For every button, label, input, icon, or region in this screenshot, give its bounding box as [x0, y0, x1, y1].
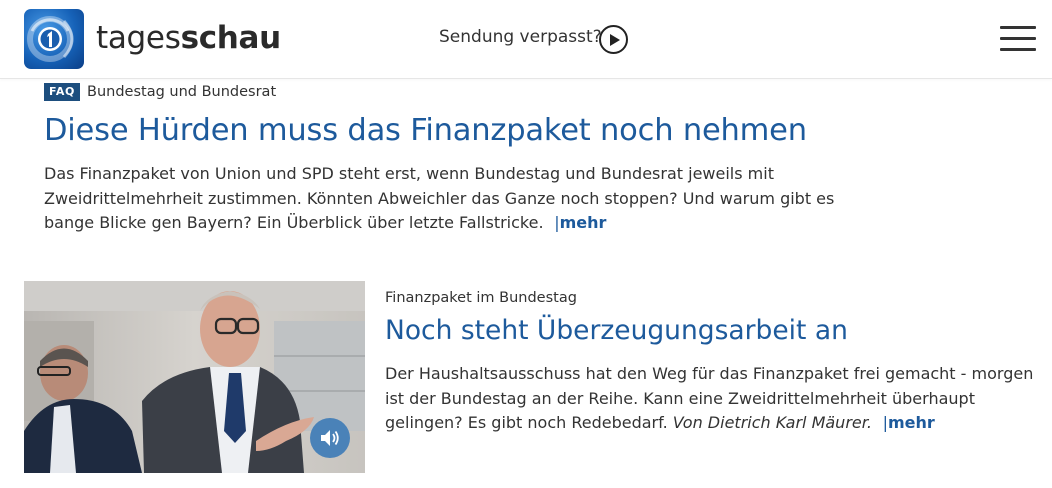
more-label: mehr [559, 213, 607, 232]
play-button[interactable] [599, 25, 628, 54]
teaser1-topline: Bundestag und Bundesrat [87, 84, 277, 100]
brand-wordmark[interactable]: tagesschau [96, 20, 281, 56]
teaser2-topline: Finanzpaket im Bundestag [385, 290, 577, 306]
speaker-icon [321, 430, 339, 446]
faq-badge: FAQ [44, 83, 80, 101]
teaser1-body: Das Finanzpaket von Union und SPD steht … [44, 164, 835, 232]
teaser1-headline[interactable]: Diese Hürden muss das Finanzpaket noch n… [44, 113, 807, 148]
hamburger-menu-icon[interactable] [1000, 26, 1036, 52]
brand-wordmark-bold: schau [180, 20, 282, 56]
teaser2-text: Der Haushaltsausschuss hat den Weg für d… [385, 362, 1035, 436]
brand-wordmark-light: tages [96, 20, 181, 56]
tagesschau-logo-icon[interactable] [24, 9, 84, 69]
teaser2-author: Von Dietrich Karl Mäurer. [672, 413, 872, 432]
audio-play-button[interactable] [310, 418, 350, 458]
teaser1-more-link[interactable]: |mehr [549, 213, 607, 232]
teaser2-headline[interactable]: Noch steht Überzeugungsarbeit an [385, 315, 848, 346]
more-label: mehr [888, 413, 935, 432]
teaser2-more-link[interactable]: |mehr [877, 413, 935, 432]
site-header: tagesschau Sendung verpasst? [0, 0, 1052, 79]
missed-broadcast-link[interactable]: Sendung verpasst? [439, 27, 602, 47]
play-icon [610, 34, 620, 46]
teaser1-text: Das Finanzpaket von Union und SPD steht … [44, 162, 844, 236]
